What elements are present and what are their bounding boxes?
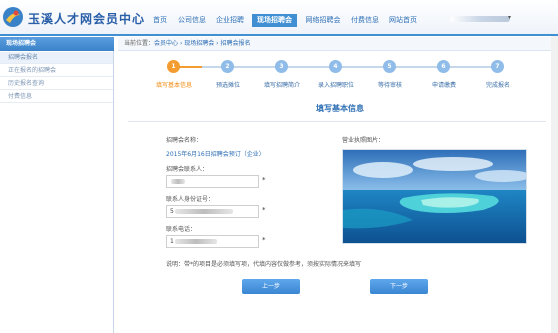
sidebar-item-fair-signup[interactable]: 招聘会报名 (0, 52, 113, 64)
nav-company-info[interactable]: 公司信息 (175, 14, 209, 27)
nav-home[interactable]: 首页 (150, 14, 170, 27)
form-note: 说明：带*的项目是必须填写项，代填内容仅做参考，须按实际情况来填写 (166, 261, 362, 268)
step-4-dot: 4 (329, 60, 342, 73)
required-mark: * (262, 206, 266, 214)
nav-online-fair[interactable]: 网络招聘会 (301, 14, 345, 27)
prev-step-button[interactable]: 上一步 (242, 279, 300, 294)
logo-icon (3, 7, 23, 27)
next-step-button[interactable]: 下一步 (370, 279, 428, 294)
step-5-label: 等待审核 (377, 82, 402, 89)
breadcrumb-item-member-center[interactable]: 会员中心 (154, 40, 178, 47)
step-6-label: 申请缴费 (431, 82, 456, 89)
breadcrumb-item-signup: 招聘会报名 (220, 40, 251, 47)
sidebar-item-open-fairs[interactable]: 正在报名的招聘会 (0, 65, 113, 77)
step-7-dot: 7 (491, 60, 504, 73)
phone-input[interactable]: 1 (166, 235, 259, 248)
breadcrumb: 当前位置：会员中心 › 现场招聘会 › 招聘会报名 (118, 37, 558, 51)
redacted-value (174, 239, 217, 244)
fair-name-label: 招聘会名称： (166, 137, 203, 144)
section-title: 填写基本信息 (316, 104, 364, 113)
breadcrumb-prefix: 当前位置： (124, 40, 155, 47)
step-1-dot: 1 (167, 60, 180, 73)
sidebar-item-paid-info[interactable]: 付费信息 (0, 91, 113, 103)
breadcrumb-item-onsite-fair[interactable]: 现场招聘会 (184, 40, 214, 47)
phone-value: 1 (170, 238, 174, 245)
step-6-dot: 6 (437, 60, 450, 73)
nav-onsite-fair[interactable]: 现场招聘会 (252, 14, 297, 27)
step-4-label: 录入招聘职位 (317, 82, 354, 89)
section-divider (128, 121, 546, 122)
step-3-label: 填写招聘简介 (263, 82, 300, 89)
user-menu[interactable] (450, 16, 510, 22)
step-3-dot: 3 (275, 60, 288, 73)
step-2-dot: 2 (221, 60, 234, 73)
step-2-label: 预选摊位 (215, 82, 240, 89)
redacted-value (174, 209, 233, 214)
ocean-photo (343, 150, 526, 243)
step-5-dot: 5 (383, 60, 396, 73)
contact-label: 招聘会联系人： (166, 166, 209, 173)
site-title: 玉溪人才网会员中心 (28, 12, 146, 26)
contact-input[interactable] (166, 175, 259, 188)
nav-paid-info[interactable]: 付费信息 (348, 14, 382, 27)
sidebar-title: 现场招聘会 (0, 37, 114, 51)
sidebar-item-history[interactable]: 历史报名查询 (0, 78, 113, 90)
scrollbar[interactable] (551, 36, 558, 333)
id-number-value: 5 (170, 208, 174, 215)
required-mark: * (262, 236, 266, 244)
step-1-label: 填写基本信息 (155, 82, 192, 89)
nav-enterprise-recruit[interactable]: 企业招聘 (213, 14, 247, 27)
fair-name-value: 2015年6月16日招聘会预订（企业） (166, 151, 265, 158)
id-number-input[interactable]: 5 (166, 205, 259, 218)
required-mark: * (262, 176, 266, 184)
id-number-label: 联系人身份证号： (166, 196, 215, 203)
business-license-image[interactable] (342, 149, 527, 244)
nav-site-home[interactable]: 网站首页 (386, 14, 420, 27)
phone-label: 联系电话： (166, 226, 197, 233)
chevron-down-icon[interactable]: ▾ (508, 14, 511, 21)
license-label: 营业执照图片： (342, 137, 385, 144)
redacted-value (171, 179, 185, 184)
step-7-label: 完成报名 (485, 82, 510, 89)
